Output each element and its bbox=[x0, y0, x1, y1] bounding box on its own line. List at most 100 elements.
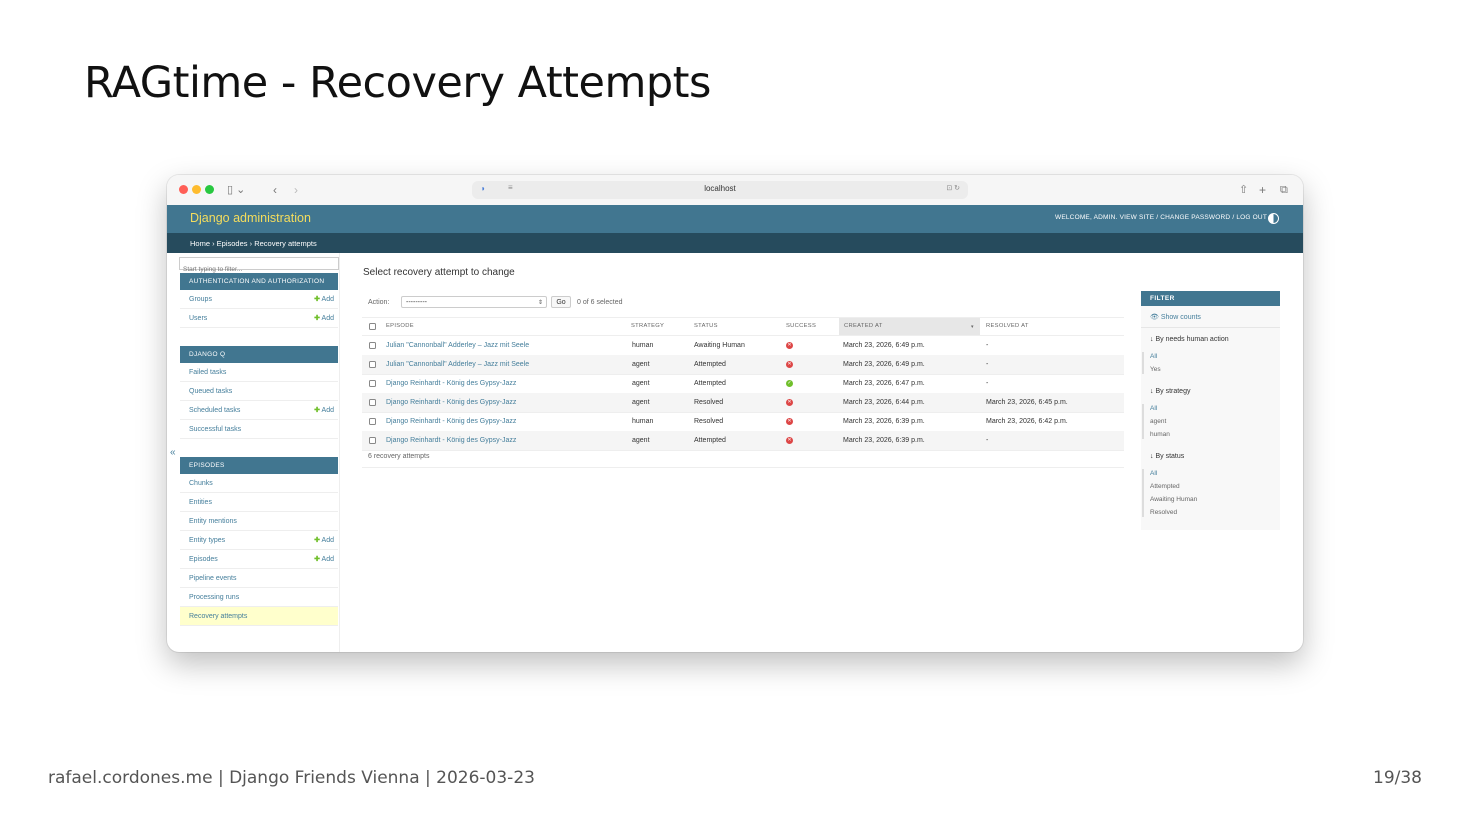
close-window-button[interactable] bbox=[179, 185, 188, 194]
sidebar-item-processing-runs[interactable]: Processing runs bbox=[180, 588, 338, 607]
column-header-status[interactable]: STATUS bbox=[694, 323, 718, 329]
breadcrumb-text[interactable]: Home › Episodes › Recovery attempts bbox=[190, 239, 317, 248]
add-entity-type-button[interactable]: ✚ Add bbox=[314, 531, 334, 550]
back-icon[interactable]: ‹ bbox=[273, 182, 277, 198]
sidebar-toggle-icon[interactable]: ▯ ⌄ bbox=[227, 182, 245, 198]
go-button[interactable]: Go bbox=[551, 296, 571, 308]
sidebar-item-label[interactable]: Entity types bbox=[189, 531, 225, 550]
share-icon[interactable]: ⇧ bbox=[1239, 182, 1248, 198]
sidebar-item-label[interactable]: Queued tasks bbox=[189, 382, 232, 401]
episode-link[interactable]: Django Reinhardt - König des Gypsy-Jazz bbox=[386, 393, 516, 412]
filter-option[interactable]: agent bbox=[1150, 418, 1166, 425]
selected-count: 0 of 6 selected bbox=[577, 299, 623, 306]
sidebar-item-recovery-attempts[interactable]: Recovery attempts bbox=[180, 607, 338, 626]
sidebar-item-groups[interactable]: Groups ✚ Add bbox=[180, 290, 338, 309]
sidebar-item-successful-tasks[interactable]: Successful tasks bbox=[180, 420, 338, 439]
row-checkbox[interactable] bbox=[369, 418, 376, 425]
episode-link[interactable]: Django Reinhardt - König des Gypsy-Jazz bbox=[386, 431, 516, 450]
resolved-at-cell: - bbox=[986, 342, 989, 349]
column-header-strategy[interactable]: STRATEGY bbox=[631, 323, 664, 329]
filter-option[interactable]: All bbox=[1150, 470, 1157, 477]
sidebar-item-chunks[interactable]: Chunks bbox=[180, 474, 338, 493]
address-bar[interactable]: ◑ ≡ localhost ⊡ ↻ bbox=[472, 181, 968, 199]
filter-option[interactable]: Resolved bbox=[1150, 509, 1177, 516]
table-row: Django Reinhardt - König des Gypsy-Jazz a… bbox=[362, 431, 1124, 451]
sort-descending-icon[interactable]: ▾ bbox=[971, 324, 974, 330]
column-header-resolved-at[interactable]: RESOLVED AT bbox=[986, 323, 1029, 329]
row-checkbox[interactable] bbox=[369, 361, 376, 368]
reload-icon[interactable]: ⊡ ↻ bbox=[946, 184, 960, 192]
add-group-button[interactable]: ✚ Add bbox=[314, 290, 334, 309]
site-brand[interactable]: Django administration bbox=[190, 211, 311, 225]
sidebar-item-failed-tasks[interactable]: Failed tasks bbox=[180, 363, 338, 382]
filter-option[interactable]: human bbox=[1150, 431, 1170, 438]
sidebar-item-label[interactable]: Users bbox=[189, 309, 207, 328]
status-cell: Attempted bbox=[694, 361, 726, 368]
sidebar-item-label[interactable]: Entities bbox=[189, 493, 212, 512]
episode-link[interactable]: Django Reinhardt - König des Gypsy-Jazz bbox=[386, 412, 516, 431]
sidebar-item-episodes[interactable]: Episodes ✚ Add bbox=[180, 550, 338, 569]
sidebar-item-label[interactable]: Pipeline events bbox=[189, 569, 236, 588]
browser-window: ▯ ⌄ ‹ › ◑ ≡ localhost ⊡ ↻ ⇧ + ⧉ Django a… bbox=[167, 175, 1303, 652]
sidebar-item-queued-tasks[interactable]: Queued tasks bbox=[180, 382, 338, 401]
zoom-window-button[interactable] bbox=[205, 185, 214, 194]
row-checkbox[interactable] bbox=[369, 342, 376, 349]
url-text: localhost bbox=[704, 184, 736, 193]
filter-option[interactable]: All bbox=[1150, 405, 1157, 412]
created-at-cell: March 23, 2026, 6:47 p.m. bbox=[843, 380, 925, 387]
action-select[interactable]: --------- ⇕ bbox=[401, 296, 547, 308]
sidebar-item-label[interactable]: Episodes bbox=[189, 550, 218, 569]
module-caption-django-q[interactable]: DJANGO Q bbox=[180, 346, 338, 363]
row-checkbox[interactable] bbox=[369, 380, 376, 387]
sidebar-item-pipeline-events[interactable]: Pipeline events bbox=[180, 569, 338, 588]
table-row: Django Reinhardt - König des Gypsy-Jazz a… bbox=[362, 374, 1124, 394]
sidebar-item-label[interactable]: Chunks bbox=[189, 474, 213, 493]
resolved-at-cell: - bbox=[986, 361, 989, 368]
sidebar-item-label[interactable]: Recovery attempts bbox=[189, 607, 247, 626]
success-no-icon: ✕ bbox=[786, 437, 793, 444]
sidebar-item-scheduled-tasks[interactable]: Scheduled tasks ✚ Add bbox=[180, 401, 338, 420]
module-caption-episodes[interactable]: EPISODES bbox=[180, 457, 338, 474]
row-checkbox[interactable] bbox=[369, 437, 376, 444]
select-all-checkbox[interactable] bbox=[369, 323, 376, 330]
filter-option[interactable]: Awaiting Human bbox=[1150, 496, 1197, 503]
column-header-success[interactable]: SUCCESS bbox=[786, 323, 816, 329]
add-user-button[interactable]: ✚ Add bbox=[314, 309, 334, 328]
slide-title: RAGtime - Recovery Attempts bbox=[84, 58, 711, 108]
column-header-episode[interactable]: EPISODE bbox=[386, 323, 414, 329]
episode-link[interactable]: Django Reinhardt - König des Gypsy-Jazz bbox=[386, 374, 516, 393]
filter-option[interactable]: Yes bbox=[1150, 366, 1161, 373]
theme-toggle-icon[interactable] bbox=[1268, 213, 1279, 224]
episode-link[interactable]: Julian "Cannonball" Adderley – Jazz mit … bbox=[386, 336, 529, 355]
sidebar-item-label[interactable]: Failed tasks bbox=[189, 363, 226, 382]
sidebar-item-label[interactable]: Groups bbox=[189, 290, 212, 309]
sidebar-collapse-button[interactable]: « bbox=[170, 447, 176, 458]
success-no-icon: ✕ bbox=[786, 342, 793, 349]
sidebar-item-label[interactable]: Successful tasks bbox=[189, 420, 241, 439]
column-header-created-at[interactable]: CREATED AT bbox=[844, 323, 883, 329]
filter-option[interactable]: All bbox=[1150, 353, 1157, 360]
sidebar-item-label[interactable]: Entity mentions bbox=[189, 512, 237, 531]
nav-filter[interactable] bbox=[179, 257, 339, 274]
sidebar-item-label[interactable]: Scheduled tasks bbox=[189, 401, 240, 420]
add-episode-button[interactable]: ✚ Add bbox=[314, 550, 334, 569]
sidebar-item-label[interactable]: Processing runs bbox=[189, 588, 239, 607]
filter-option[interactable]: Attempted bbox=[1150, 483, 1180, 490]
minimize-window-button[interactable] bbox=[192, 185, 201, 194]
sidebar-item-entity-mentions[interactable]: Entity mentions bbox=[180, 512, 338, 531]
new-tab-icon[interactable]: + bbox=[1259, 182, 1266, 198]
success-no-icon: ✕ bbox=[786, 418, 793, 425]
module-caption-auth[interactable]: AUTHENTICATION AND AUTHORIZATION bbox=[180, 273, 338, 290]
user-tools[interactable]: WELCOME, ADMIN. VIEW SITE / CHANGE PASSW… bbox=[1055, 214, 1267, 221]
success-no-icon: ✕ bbox=[786, 399, 793, 406]
show-counts-link[interactable]: 👁 Show counts bbox=[1150, 313, 1201, 321]
browser-toolbar: ▯ ⌄ ‹ › ◑ ≡ localhost ⊡ ↻ ⇧ + ⧉ bbox=[167, 175, 1303, 206]
tab-overview-icon[interactable]: ⧉ bbox=[1280, 182, 1288, 198]
sidebar-item-users[interactable]: Users ✚ Add bbox=[180, 309, 338, 328]
sidebar-item-entity-types[interactable]: Entity types ✚ Add bbox=[180, 531, 338, 550]
episode-link[interactable]: Julian "Cannonball" Adderley – Jazz mit … bbox=[386, 355, 529, 374]
row-checkbox[interactable] bbox=[369, 399, 376, 406]
forward-icon[interactable]: › bbox=[294, 182, 298, 198]
sidebar-item-entities[interactable]: Entities bbox=[180, 493, 338, 512]
add-scheduled-task-button[interactable]: ✚ Add bbox=[314, 401, 334, 420]
